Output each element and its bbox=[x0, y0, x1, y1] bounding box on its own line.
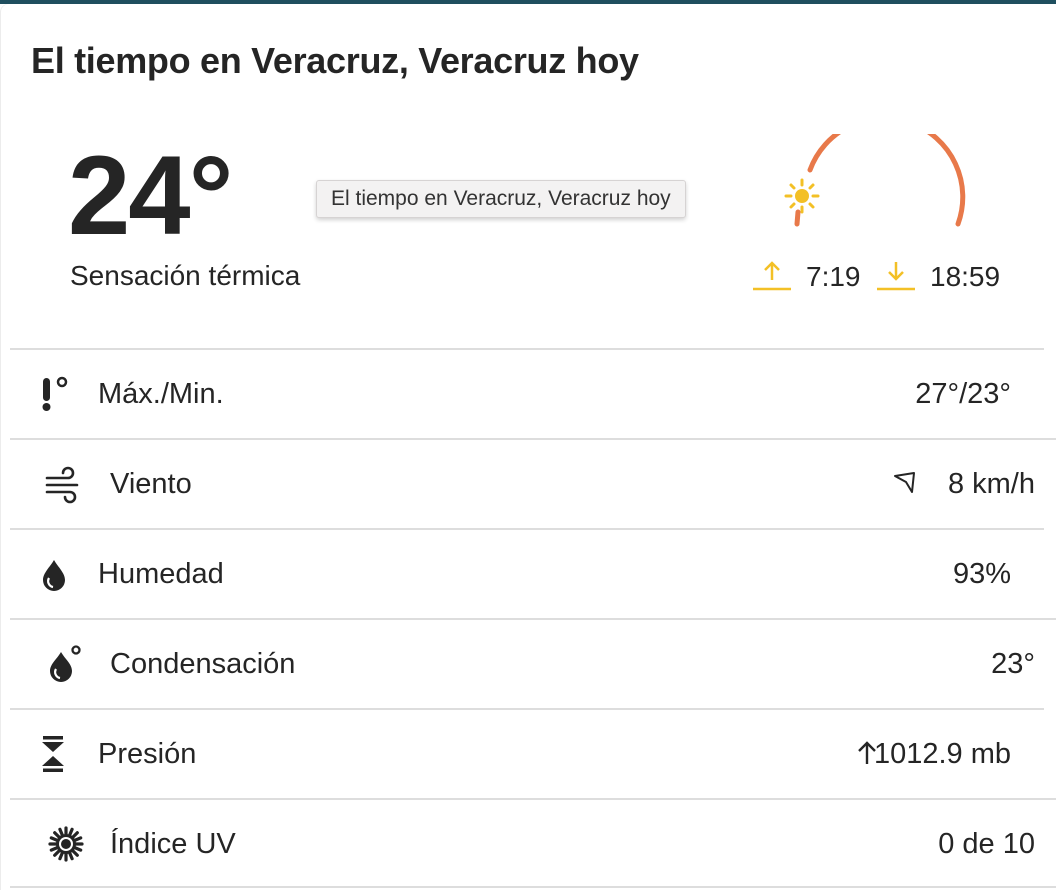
detail-value-uv-index: 0 de 10 bbox=[938, 828, 1035, 860]
detail-row-dew-point: Condensación 23° bbox=[10, 618, 1056, 708]
detail-label-wind: Viento bbox=[110, 468, 192, 500]
humidity-drop-icon bbox=[43, 560, 65, 591]
uv-sun-icon bbox=[48, 826, 84, 862]
wind-icon bbox=[45, 466, 79, 504]
sunset-time: 18:59 bbox=[930, 261, 1001, 292]
detail-value-humidity: 93% bbox=[952, 558, 1011, 590]
bottom-divider bbox=[10, 886, 1056, 888]
detail-row-humidity: Humedad 93% bbox=[10, 528, 1044, 618]
detail-value-dew-point: 23° bbox=[991, 648, 1035, 680]
sun-icon bbox=[784, 178, 820, 214]
dew-point-icon bbox=[50, 645, 81, 682]
detail-value-pressure: 1012.9 mb bbox=[873, 738, 1011, 770]
thermometer-icon bbox=[42, 376, 68, 411]
detail-label-humidity: Humedad bbox=[98, 558, 224, 590]
title-tooltip: El tiempo en Veracruz, Veracruz hoy bbox=[316, 180, 686, 218]
detail-label-pressure: Presión bbox=[98, 738, 197, 770]
sunset-arrow-icon bbox=[877, 262, 915, 291]
detail-row-pressure: Presión 1012.9 mb bbox=[10, 708, 1044, 798]
detail-row-wind: Viento 8 km/h bbox=[10, 438, 1056, 528]
detail-value-wind: 8 km/h bbox=[947, 468, 1035, 500]
detail-label-uv-index: Índice UV bbox=[110, 828, 236, 860]
detail-row-max-min: Máx./Min. 27°/23° bbox=[10, 348, 1044, 438]
current-temperature: 24° bbox=[68, 133, 233, 258]
detail-value-max-min: 27°/23° bbox=[915, 378, 1011, 410]
detail-label-dew-point: Condensación bbox=[110, 648, 296, 680]
feels-like-label: Sensación térmica bbox=[70, 260, 301, 291]
sunrise-arrow-icon bbox=[753, 261, 791, 291]
detail-row-uv-index: Índice UV 0 de 10 bbox=[10, 798, 1056, 888]
sunrise-time: 7:19 bbox=[806, 261, 861, 292]
wind-direction-icon bbox=[894, 472, 915, 493]
pressure-icon bbox=[42, 736, 64, 772]
detail-label-max-min: Máx./Min. bbox=[98, 378, 224, 410]
card-title: El tiempo en Veracruz, Veracruz hoy bbox=[31, 40, 639, 81]
weather-today-card: El tiempo en Veracruz, Veracruz hoy 24° … bbox=[0, 4, 1056, 890]
sun-arc-graphic bbox=[784, 134, 966, 227]
